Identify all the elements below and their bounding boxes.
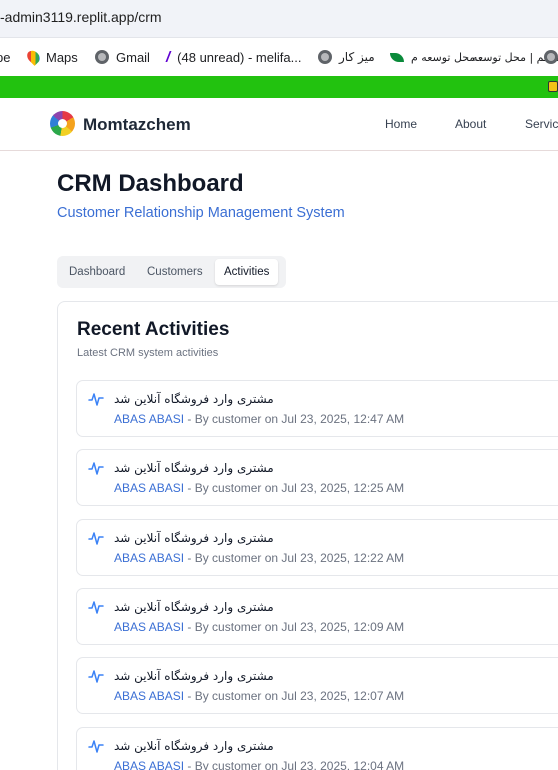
site-header: Momtazchem Home About Servic bbox=[0, 98, 558, 151]
bookmark-gmail[interactable]: Gmail bbox=[95, 47, 150, 67]
activity-pulse-icon bbox=[88, 532, 104, 545]
page-title: CRM Dashboard bbox=[57, 170, 244, 197]
bookmark-more[interactable] bbox=[544, 47, 558, 67]
bookmark-pe[interactable]: pe bbox=[0, 47, 10, 67]
tab-list: Dashboard Customers Activities bbox=[57, 256, 286, 288]
bookmark-maps[interactable]: Maps bbox=[24, 47, 78, 67]
activity-description: مشتری وارد فروشگاه آنلاین شد bbox=[114, 739, 274, 753]
page-subtitle: Customer Relationship Management System bbox=[57, 205, 345, 221]
brand-logo-icon[interactable] bbox=[50, 111, 75, 136]
activity-meta: ABAS ABASI - By customer on Jul 23, 2025… bbox=[114, 481, 404, 495]
activity-by-line: - By customer on Jul 23, 2025, 12:22 AM bbox=[187, 551, 405, 565]
maps-pin-icon bbox=[24, 48, 43, 66]
activity-item[interactable]: مشتری وارد فروشگاه آنلاین شد ABAS ABASI -… bbox=[76, 657, 558, 714]
nav-home-link[interactable]: Home bbox=[385, 117, 417, 131]
lock-icon bbox=[548, 81, 558, 92]
activity-by-line: - By customer on Jul 23, 2025, 12:04 AM bbox=[187, 759, 405, 770]
address-bar[interactable]: -admin3119.replit.app/crm bbox=[0, 0, 558, 38]
card-title: Recent Activities bbox=[77, 319, 230, 340]
nav-services-link[interactable]: Servic bbox=[525, 117, 558, 131]
activity-meta: ABAS ABASI - By customer on Jul 23, 2025… bbox=[114, 759, 404, 770]
bookmark-yahoo-mail[interactable]: / (48 unread) - melifa... bbox=[166, 47, 301, 67]
announcement-bar bbox=[0, 76, 558, 98]
bookmark-label: (48 unread) - melifa... bbox=[177, 49, 302, 65]
activity-pulse-icon bbox=[88, 462, 104, 475]
bookmarks-bar: pe Maps Gmail / (48 unread) - melifa... … bbox=[0, 38, 558, 76]
activity-pulse-icon bbox=[88, 740, 104, 753]
yahoo-icon: / bbox=[166, 48, 171, 66]
activity-customer-name[interactable]: ABAS ABASI bbox=[114, 620, 184, 634]
activity-item[interactable]: مشتری وارد فروشگاه آنلاین شد ABAS ABASI -… bbox=[76, 380, 558, 437]
activity-meta: ABAS ABASI - By customer on Jul 23, 2025… bbox=[114, 412, 404, 426]
activity-by-line: - By customer on Jul 23, 2025, 12:09 AM bbox=[187, 620, 405, 634]
bookmark-label: میز کار bbox=[339, 50, 375, 64]
activity-meta: ABAS ABASI - By customer on Jul 23, 2025… bbox=[114, 551, 404, 565]
tab-customers[interactable]: Customers bbox=[138, 259, 212, 285]
globe-icon bbox=[318, 50, 332, 64]
activity-customer-name[interactable]: ABAS ABASI bbox=[114, 689, 184, 703]
nav-about-link[interactable]: About bbox=[455, 117, 486, 131]
activity-by-line: - By customer on Jul 23, 2025, 12:25 AM bbox=[187, 481, 405, 495]
bookmark-label: Maps bbox=[46, 49, 78, 65]
activity-description: مشتری وارد فروشگاه آنلاین شد bbox=[114, 531, 274, 545]
activity-meta: ABAS ABASI - By customer on Jul 23, 2025… bbox=[114, 620, 404, 634]
activity-item[interactable]: مشتری وارد فروشگاه آنلاین شد ABAS ABASI -… bbox=[76, 519, 558, 576]
leaf-icon bbox=[390, 52, 404, 62]
bookmark-label: pe bbox=[0, 49, 11, 65]
activity-pulse-icon bbox=[88, 601, 104, 614]
activity-item[interactable]: مشتری وارد فروشگاه آنلاین شد ABAS ABASI -… bbox=[76, 588, 558, 645]
activity-description: مشتری وارد فروشگاه آنلاین شد bbox=[114, 392, 274, 406]
activity-description: مشتری وارد فروشگاه آنلاین شد bbox=[114, 600, 274, 614]
activity-item[interactable]: مشتری وارد فروشگاه آنلاین شد ABAS ABASI -… bbox=[76, 449, 558, 506]
activity-pulse-icon bbox=[88, 393, 104, 406]
activity-customer-name[interactable]: ABAS ABASI bbox=[114, 759, 184, 770]
activity-pulse-icon bbox=[88, 670, 104, 683]
activity-customer-name[interactable]: ABAS ABASI bbox=[114, 481, 184, 495]
activity-meta: ABAS ABASI - By customer on Jul 23, 2025… bbox=[114, 689, 404, 703]
brand-name[interactable]: Momtazchem bbox=[83, 115, 191, 135]
card-subtitle: Latest CRM system activities bbox=[77, 347, 219, 359]
activity-description: مشتری وارد فروشگاه آنلاین شد bbox=[114, 461, 274, 475]
globe-icon bbox=[95, 50, 109, 64]
activity-customer-name[interactable]: ABAS ABASI bbox=[114, 551, 184, 565]
activity-item[interactable]: مشتری وارد فروشگاه آنلاین شد ABAS ABASI -… bbox=[76, 727, 558, 770]
activity-by-line: - By customer on Jul 23, 2025, 12:47 AM bbox=[187, 412, 405, 426]
bookmark-desk[interactable]: میز کار bbox=[318, 47, 375, 67]
activity-by-line: - By customer on Jul 23, 2025, 12:07 AM bbox=[187, 689, 405, 703]
activity-description: مشتری وارد فروشگاه آنلاین شد bbox=[114, 669, 274, 683]
bookmark-label: Gmail bbox=[116, 49, 150, 65]
url-text[interactable]: -admin3119.replit.app/crm bbox=[0, 9, 162, 25]
tab-activities[interactable]: Activities bbox=[215, 259, 279, 285]
activity-customer-name[interactable]: ABAS ABASI bbox=[114, 412, 184, 426]
tab-dashboard[interactable]: Dashboard bbox=[60, 259, 134, 285]
globe-icon bbox=[544, 50, 558, 64]
